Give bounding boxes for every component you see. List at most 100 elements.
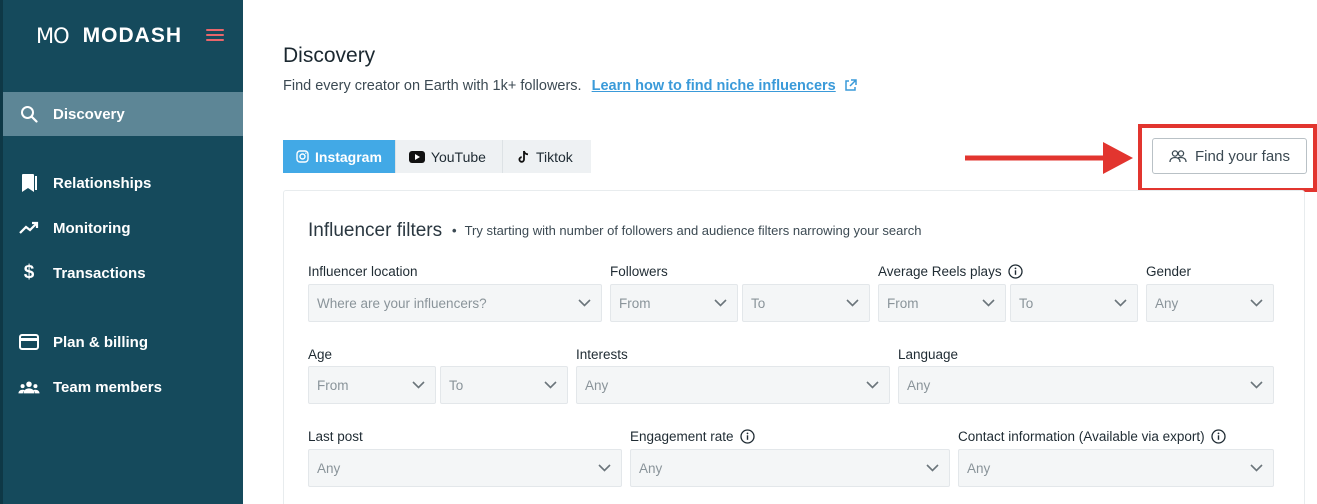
reels-to-value: To — [1019, 295, 1034, 311]
chevron-down-icon — [1250, 299, 1263, 307]
reels-from-value: From — [887, 295, 919, 311]
sidebar-item-label: Team members — [53, 378, 162, 396]
find-fans-label: Find your fans — [1194, 147, 1291, 165]
chevron-down-icon — [866, 381, 879, 389]
chevron-down-icon — [598, 464, 611, 472]
tab-tiktok[interactable]: Tiktok — [502, 140, 591, 173]
language-label: Language — [898, 347, 959, 362]
interests-label: Interests — [576, 347, 628, 362]
location-select[interactable]: Where are your influencers? — [308, 284, 602, 322]
sidebar-item-label: Plan & billing — [53, 333, 149, 351]
tiktok-icon — [518, 150, 530, 164]
contact-select[interactable]: Any — [958, 449, 1274, 487]
chevron-down-icon — [1114, 299, 1127, 307]
language-value: Any — [907, 377, 931, 393]
people-icon — [1169, 149, 1187, 163]
sidebar-item-transactions[interactable]: $ Transactions — [3, 251, 243, 295]
filters-title: Influencer filters — [308, 220, 443, 241]
reels-to-select[interactable]: To — [1010, 284, 1138, 322]
gender-value: Any — [1155, 295, 1179, 311]
contact-value: Any — [967, 460, 991, 476]
tab-instagram[interactable]: Instagram — [283, 140, 396, 173]
card-icon — [18, 331, 40, 353]
team-icon — [18, 376, 40, 398]
location-placeholder: Where are your influencers? — [317, 295, 487, 311]
tab-label: Tiktok — [535, 148, 573, 165]
find-your-fans-button[interactable]: Find your fans — [1152, 138, 1307, 174]
reels-label: Average Reels plays — [878, 264, 1023, 279]
filters-hint: • Try starting with number of followers a… — [452, 223, 922, 238]
chevron-down-icon — [412, 381, 425, 389]
last-post-label: Last post — [308, 429, 363, 444]
sidebar: MO MODASH Discovery Relationships Monito… — [0, 0, 243, 504]
followers-label: Followers — [610, 264, 668, 279]
followers-to-select[interactable]: To — [742, 284, 870, 322]
location-label: Influencer location — [308, 264, 418, 279]
subtitle-text: Find every creator on Earth with 1k+ fol… — [283, 78, 582, 94]
logo[interactable]: MO MODASH — [36, 24, 182, 48]
sidebar-item-plan-billing[interactable]: Plan & billing — [3, 320, 243, 364]
tab-youtube[interactable]: YouTube — [395, 140, 503, 173]
tab-label: Instagram — [315, 148, 382, 165]
sidebar-item-relationships[interactable]: Relationships — [3, 161, 243, 205]
interests-value: Any — [585, 377, 609, 393]
engagement-value: Any — [639, 460, 663, 476]
dollar-icon: $ — [23, 262, 35, 283]
last-post-value: Any — [317, 460, 341, 476]
age-to-select[interactable]: To — [440, 366, 568, 404]
followers-to-value: To — [751, 295, 766, 311]
sidebar-item-label: Monitoring — [53, 219, 131, 237]
language-select[interactable]: Any — [898, 366, 1274, 404]
age-from-value: From — [317, 377, 349, 393]
sidebar-item-team-members[interactable]: Team members — [3, 365, 243, 409]
age-label: Age — [308, 347, 333, 362]
menu-icon[interactable] — [206, 28, 224, 42]
last-post-select[interactable]: Any — [308, 449, 622, 487]
chevron-down-icon — [1250, 381, 1263, 389]
chevron-down-icon — [544, 381, 557, 389]
gender-select[interactable]: Any — [1146, 284, 1274, 322]
contact-label: Contact information (Available via expor… — [958, 429, 1226, 444]
chevron-down-icon — [846, 299, 859, 307]
info-icon[interactable] — [1210, 429, 1226, 444]
logo-text: MODASH — [82, 24, 182, 47]
logo-mark: MO — [36, 24, 70, 48]
instagram-icon — [296, 150, 309, 163]
chevron-down-icon — [578, 299, 591, 307]
page-subtitle: Find every creator on Earth with 1k+ fol… — [283, 78, 857, 96]
reels-from-select[interactable]: From — [878, 284, 1006, 322]
chevron-down-icon — [714, 299, 727, 307]
reels-label-text: Average Reels plays — [878, 264, 1002, 279]
trend-icon — [18, 217, 40, 239]
tab-label: YouTube — [430, 148, 486, 165]
engagement-select[interactable]: Any — [630, 449, 950, 487]
chevron-down-icon — [982, 299, 995, 307]
sidebar-item-label: Transactions — [53, 264, 146, 282]
followers-from-select[interactable]: From — [610, 284, 738, 322]
search-icon — [18, 103, 40, 125]
chevron-down-icon — [926, 464, 939, 472]
annotation-arrow — [965, 142, 1133, 174]
sidebar-item-discovery[interactable]: Discovery — [3, 92, 243, 136]
external-link-icon[interactable] — [844, 79, 857, 96]
followers-from-value: From — [619, 295, 651, 311]
platform-tabs: Instagram YouTube Tiktok — [283, 140, 591, 173]
info-icon[interactable] — [1007, 264, 1023, 279]
info-icon[interactable] — [739, 429, 755, 444]
age-to-value: To — [449, 377, 464, 393]
sidebar-item-label: Discovery — [53, 105, 125, 123]
contact-label-text: Contact information (Available via expor… — [958, 429, 1205, 444]
interests-select[interactable]: Any — [576, 366, 890, 404]
engagement-label-text: Engagement rate — [630, 429, 734, 444]
youtube-icon — [408, 150, 425, 163]
chevron-down-icon — [1250, 464, 1263, 472]
bookmark-icon — [18, 172, 40, 194]
learn-link[interactable]: Learn how to find niche influencers — [592, 78, 836, 94]
sidebar-item-label: Relationships — [53, 174, 152, 192]
gender-label: Gender — [1146, 264, 1192, 279]
sidebar-item-monitoring[interactable]: Monitoring — [3, 206, 243, 250]
engagement-label: Engagement rate — [630, 429, 755, 444]
filters-hint-text: Try starting with number of followers an… — [464, 223, 922, 238]
page-title: Discovery — [283, 44, 376, 67]
age-from-select[interactable]: From — [308, 366, 436, 404]
